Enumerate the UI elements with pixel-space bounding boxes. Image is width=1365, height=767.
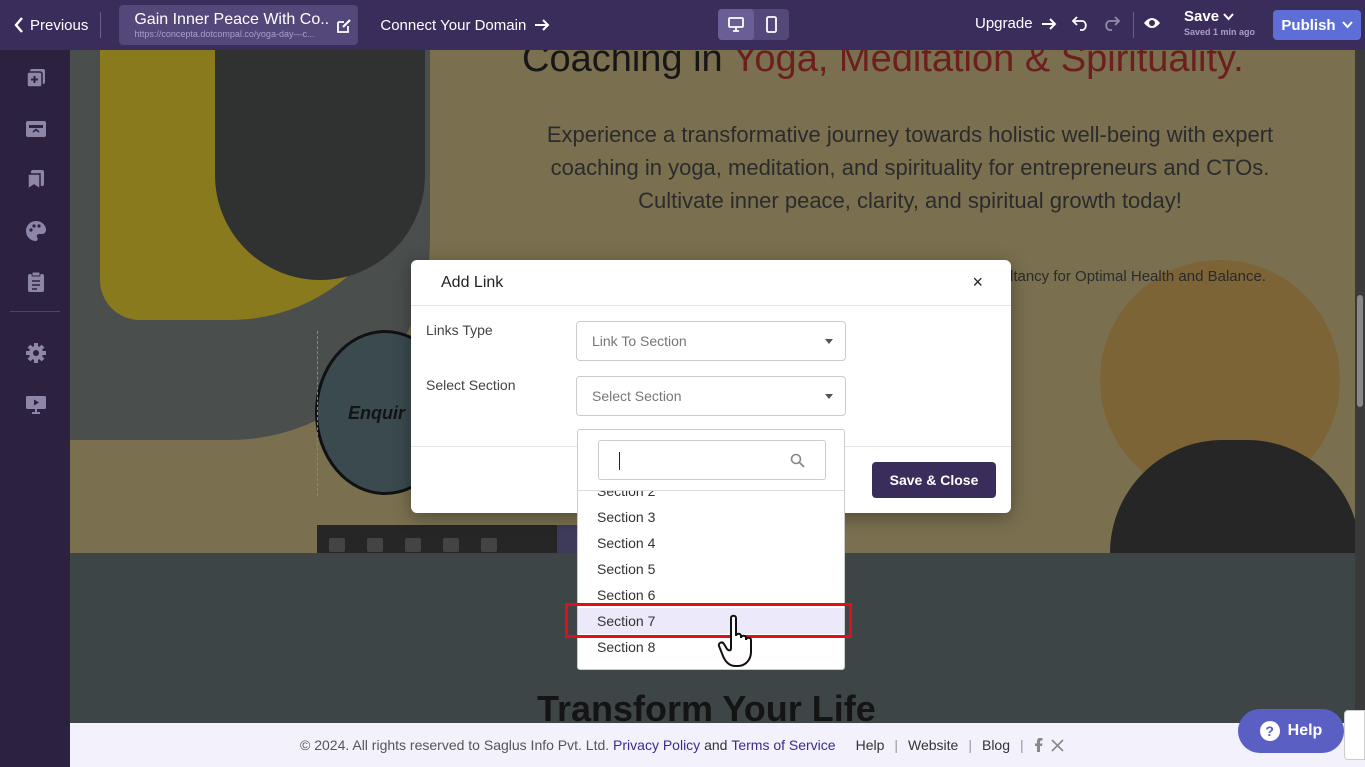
divider [100, 12, 102, 38]
layers-icon[interactable] [443, 538, 459, 552]
bookmarks-icon[interactable] [25, 169, 47, 191]
and-text: and [704, 737, 728, 753]
add-page-icon[interactable] [25, 67, 47, 89]
facebook-icon[interactable] [1034, 738, 1043, 752]
divider [1133, 12, 1134, 38]
close-icon[interactable]: × [972, 272, 983, 293]
upgrade-label: Upgrade [975, 15, 1033, 32]
delete-icon[interactable] [329, 538, 345, 552]
top-bar: Previous Gain Inner Peace With Co... htt… [0, 0, 1365, 50]
help-label: Help [1287, 722, 1323, 739]
privacy-policy-link[interactable]: Privacy Policy [613, 737, 700, 753]
desktop-view-button[interactable] [718, 9, 754, 40]
monitor-play-icon[interactable] [25, 393, 47, 415]
help-link[interactable]: Help [856, 737, 885, 753]
arrow-right-icon [535, 19, 550, 31]
links-type-value: Link To Section [592, 333, 687, 349]
selection-outline [317, 331, 321, 496]
page-title-box[interactable]: Gain Inner Peace With Co... https://conc… [119, 5, 359, 45]
terms-link[interactable]: Terms of Service [731, 737, 835, 753]
headline-plain: Coaching in [522, 50, 733, 80]
section-heading[interactable]: Transform Your Life [537, 688, 876, 723]
clipboard-icon[interactable] [25, 271, 47, 293]
undo-icon[interactable] [1072, 15, 1090, 31]
publish-button[interactable]: Publish [1273, 10, 1361, 40]
divider [10, 311, 60, 312]
save-label: Save [1184, 8, 1220, 25]
copyright-text: © 2024. All rights reserved to Saglus In… [300, 737, 610, 753]
caret-down-icon [825, 339, 833, 344]
blog-link[interactable]: Blog [982, 737, 1010, 753]
previous-label: Previous [30, 16, 89, 34]
decorative-shape [215, 50, 425, 280]
select-section-select[interactable]: Select Section [576, 376, 846, 416]
sections-icon[interactable] [25, 118, 47, 140]
preview-eye-icon[interactable] [1143, 16, 1161, 30]
hero-tagline[interactable]: ltancy for Optimal Health and Balance. [1010, 268, 1266, 285]
desktop-icon [727, 17, 744, 32]
redo-icon[interactable] [1102, 15, 1120, 31]
page-url: https://concepta.dotcompal.co/yoga-day—c… [134, 29, 315, 39]
link-icon[interactable] [481, 538, 497, 552]
side-panel-tab[interactable] [1344, 710, 1365, 760]
footer: © 2024. All rights reserved to Saglus In… [70, 723, 1365, 767]
previous-button[interactable]: Previous [14, 17, 88, 34]
question-icon: ? [1259, 721, 1280, 741]
list-item[interactable]: Section 4 [578, 530, 844, 556]
select-section-placeholder: Select Section [592, 388, 682, 404]
upgrade-button[interactable]: Upgrade [975, 15, 1057, 32]
website-link[interactable]: Website [908, 737, 958, 753]
page-title: Gain Inner Peace With Co... [134, 11, 330, 28]
saved-status: Saved 1 min ago [1184, 27, 1256, 37]
chevron-left-icon [14, 17, 23, 33]
connect-domain-label: Connect Your Domain [380, 16, 527, 34]
links-type-select[interactable]: Link To Section [576, 321, 846, 361]
chevron-down-icon [1223, 13, 1234, 21]
separator: | [894, 737, 899, 753]
enquire-label: Enquir [348, 403, 405, 423]
modal-title: Add Link [411, 260, 1011, 306]
text-cursor [619, 452, 620, 470]
links-type-label: Links Type [426, 322, 493, 338]
arrow-right-icon [1041, 17, 1056, 30]
mobile-icon [765, 16, 777, 33]
chevron-down-icon [1341, 21, 1353, 29]
publish-label: Publish [1281, 16, 1336, 34]
headline-accent: Yoga, Meditation & Spirituality. [732, 50, 1244, 80]
palette-icon[interactable] [25, 220, 47, 242]
help-button[interactable]: ? Help [1238, 709, 1344, 753]
duplicate-icon[interactable] [405, 538, 421, 552]
list-item[interactable]: Section 5 [578, 556, 844, 582]
left-sidebar [0, 50, 70, 767]
hero-headline[interactable]: Coaching in Yoga, Meditation & Spiritual… [522, 50, 1244, 81]
separator: | [1020, 737, 1024, 753]
divider [578, 490, 844, 491]
x-twitter-icon[interactable] [1051, 738, 1064, 752]
gear-icon[interactable] [25, 342, 47, 364]
connect-domain-button[interactable]: Connect Your Domain [380, 17, 550, 34]
style-icon[interactable] [367, 538, 383, 552]
save-close-button[interactable]: Save & Close [872, 462, 996, 498]
hand-cursor-icon [717, 614, 752, 667]
edit-icon[interactable] [336, 18, 352, 34]
mobile-view-button[interactable] [754, 9, 790, 40]
caret-down-icon [825, 394, 833, 399]
hero-paragraph[interactable]: Experience a transformative journey towa… [510, 118, 1310, 217]
page-scrollbar[interactable] [1355, 50, 1365, 723]
section-search-input[interactable] [598, 440, 826, 480]
save-button[interactable]: Save Saved 1 min ago [1184, 8, 1255, 37]
scrollbar-thumb[interactable] [1357, 295, 1363, 407]
select-section-label: Select Section [426, 377, 516, 393]
device-toggle [718, 9, 789, 40]
list-item[interactable]: Section 3 [578, 504, 844, 530]
search-icon [790, 453, 805, 468]
highlight-box [565, 603, 852, 638]
separator: | [968, 737, 972, 753]
